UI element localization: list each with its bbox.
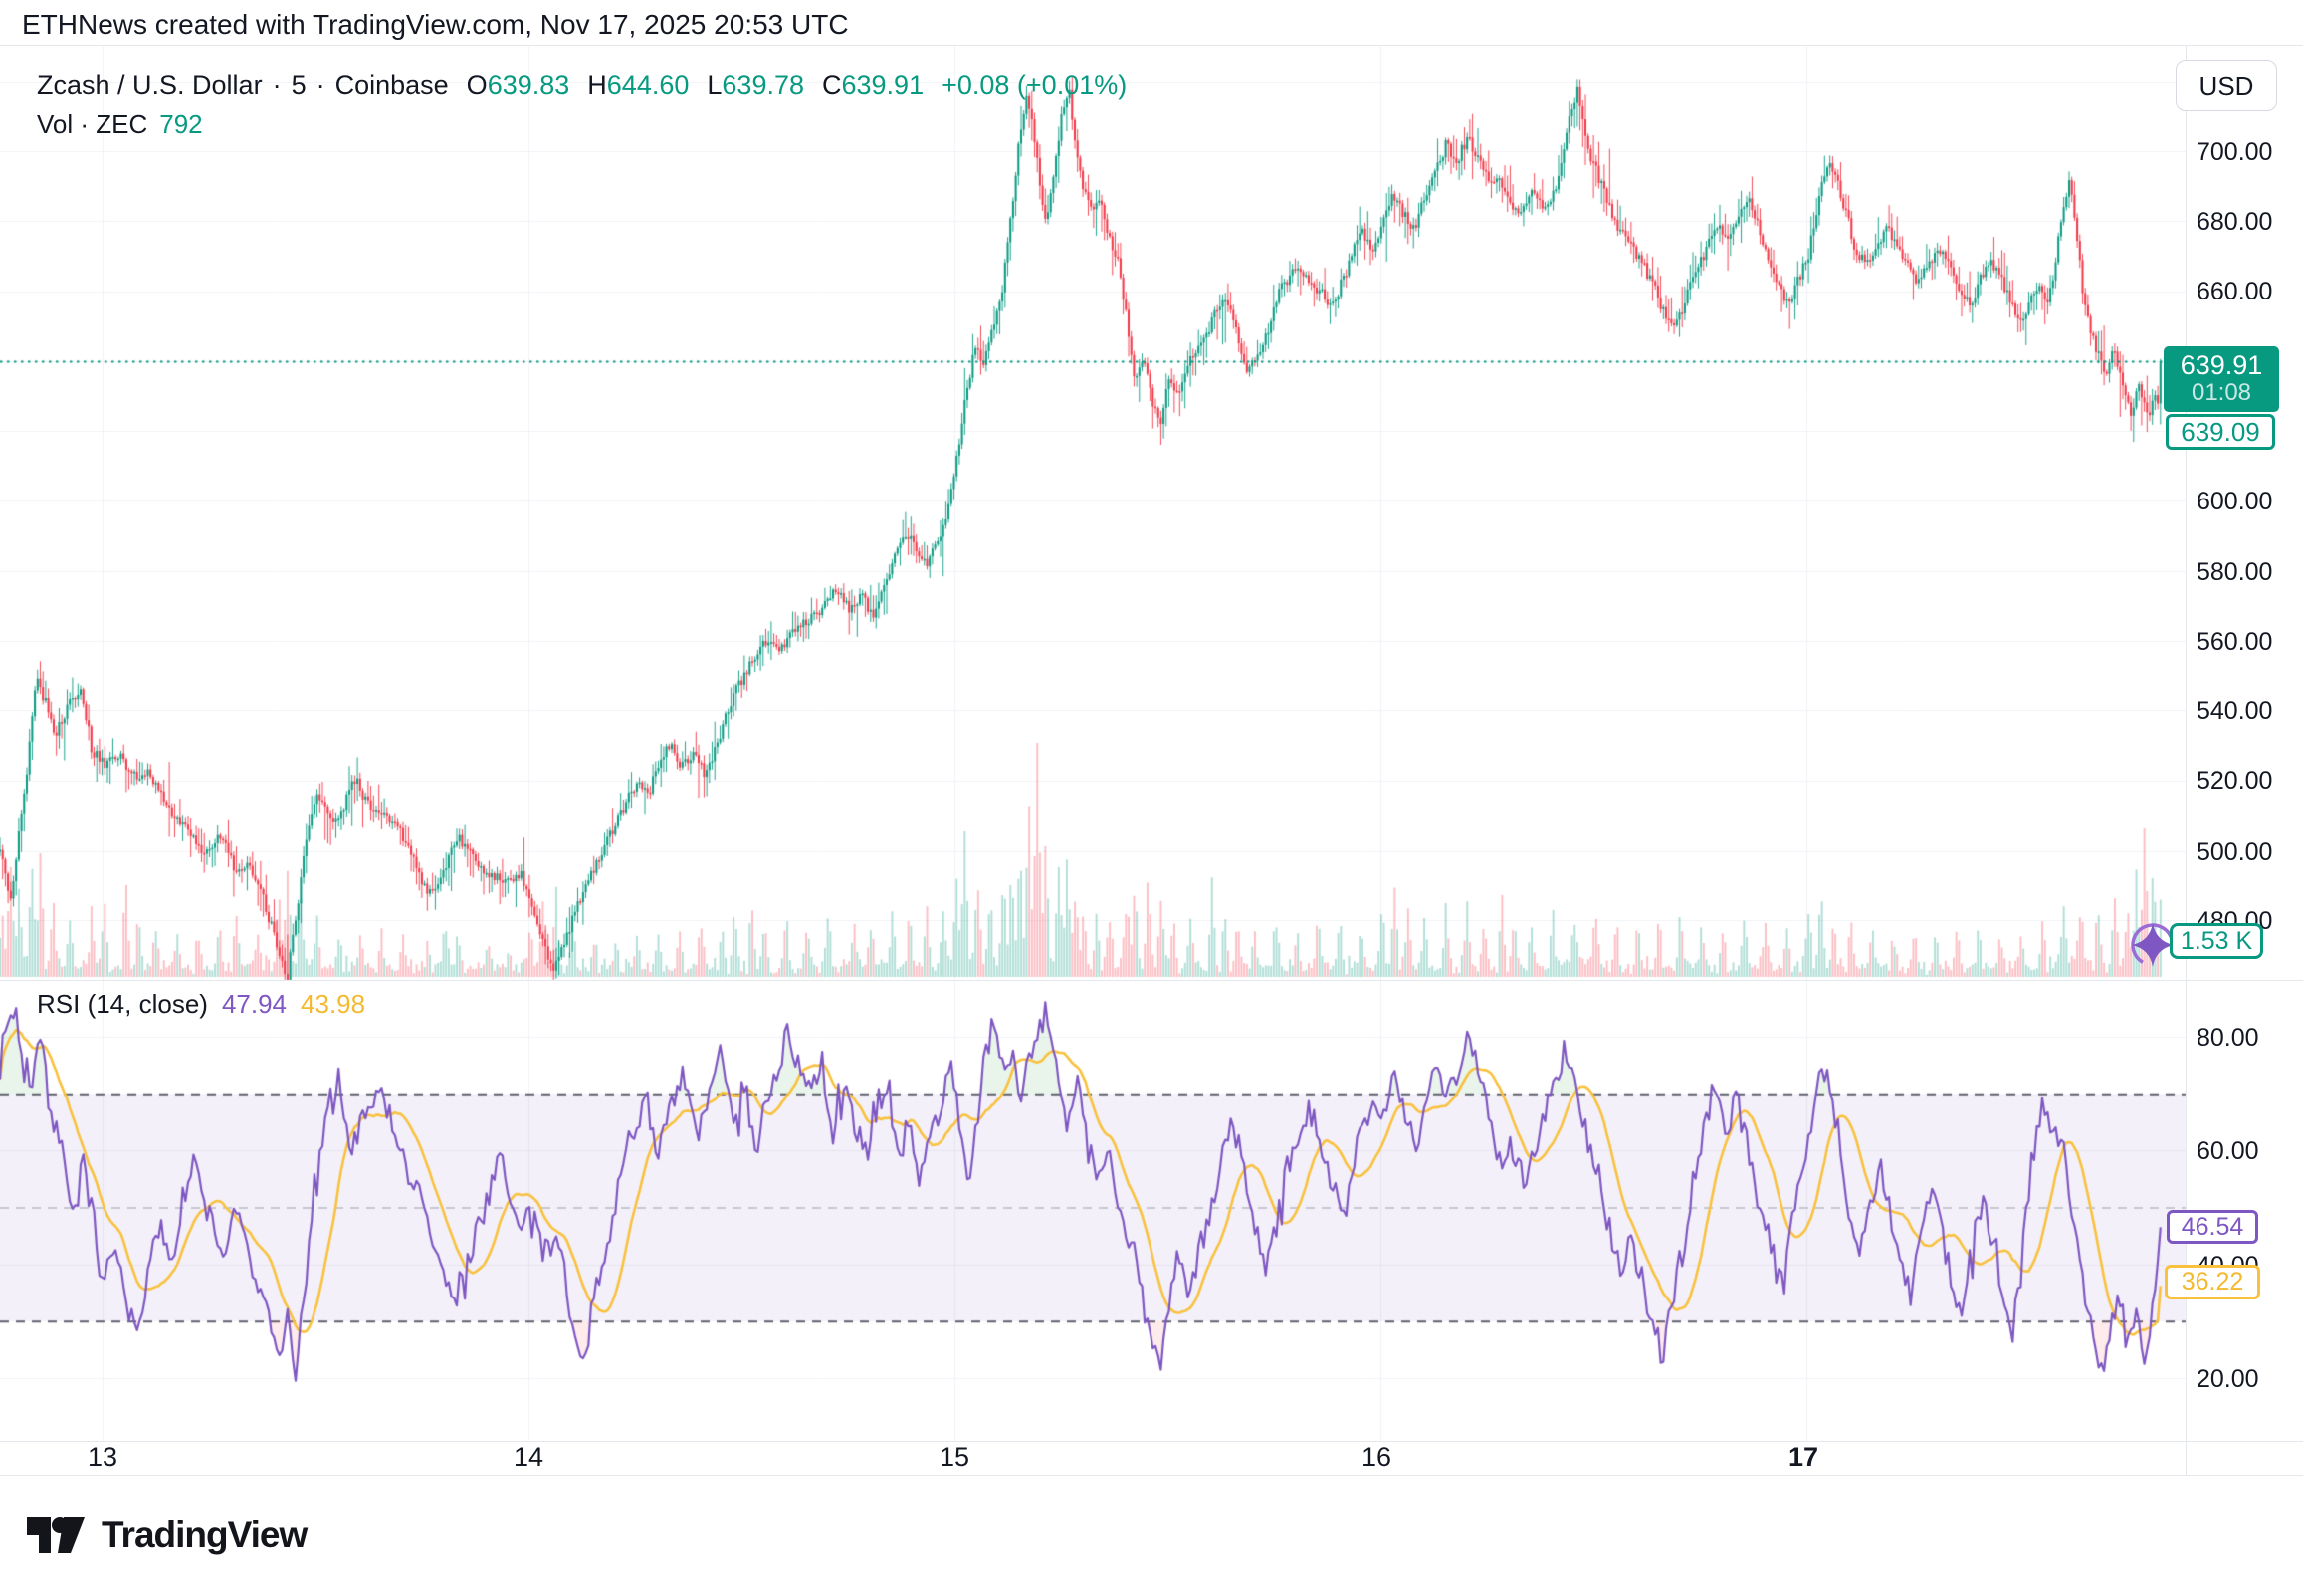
rsi-tick-80: 80.00 xyxy=(2197,1024,2300,1053)
chart-plot-area[interactable] xyxy=(0,0,2303,1596)
rsi-value-badge: 46.54 xyxy=(2167,1210,2258,1244)
price-change: +0.08 (+0.01%) xyxy=(942,70,1127,100)
rsi-legend[interactable]: RSI (14, close) 47.94 43.98 xyxy=(37,989,365,1020)
panel-divider-volume-rsi[interactable] xyxy=(0,980,2303,981)
page-title: ETHNews created with TradingView.com, No… xyxy=(22,9,849,41)
exchange-label[interactable]: Coinbase xyxy=(335,70,449,100)
price-tick-660: 660.00 xyxy=(2197,278,2300,306)
volume-value: 792 xyxy=(159,109,202,140)
ohlc-high: H644.60 xyxy=(587,70,689,100)
panel-divider-rsi-timeaxis xyxy=(0,1441,2303,1442)
rsi-tick-20: 20.00 xyxy=(2197,1365,2300,1394)
ohlc-low: L639.78 xyxy=(707,70,804,100)
legend-separator: · xyxy=(273,70,282,100)
currency-button[interactable]: USD xyxy=(2176,60,2277,111)
price-axis-divider xyxy=(2186,45,2187,1475)
ohlc-close: C639.91 xyxy=(822,70,924,100)
time-label-16[interactable]: 16 xyxy=(1361,1442,1391,1473)
tradingview-branding[interactable]: TradingView xyxy=(26,1514,307,1556)
price-tick-600: 600.00 xyxy=(2197,488,2300,516)
price-tick-700: 700.00 xyxy=(2197,138,2300,167)
rsi-value: 47.94 xyxy=(222,989,287,1020)
price-tick-540: 540.00 xyxy=(2197,698,2300,726)
legend-separator2: · xyxy=(316,70,325,100)
price-tick-680: 680.00 xyxy=(2197,208,2300,237)
header-divider xyxy=(0,45,2303,46)
symbol-name[interactable]: Zcash / U.S. Dollar xyxy=(37,70,263,100)
volume-label: Vol · ZEC xyxy=(37,109,147,140)
time-label-13[interactable]: 13 xyxy=(88,1442,117,1473)
last-price-badge: 639.91 01:08 xyxy=(2164,346,2279,412)
secondary-price-badge: 639.09 xyxy=(2166,414,2275,450)
rsi-ma-value-badge: 36.22 xyxy=(2165,1265,2260,1299)
bar-countdown: 01:08 xyxy=(2164,380,2279,407)
interval-label[interactable]: 5 xyxy=(292,70,307,100)
price-tick-500: 500.00 xyxy=(2197,838,2300,867)
last-price-value: 639.91 xyxy=(2164,350,2279,380)
tradingview-logo-icon xyxy=(26,1516,86,1554)
volume-legend[interactable]: Vol · ZEC 792 xyxy=(37,109,203,140)
time-label-14[interactable]: 14 xyxy=(514,1442,543,1473)
tradingview-chart-page: ETHNews created with TradingView.com, No… xyxy=(0,0,2303,1596)
symbol-legend[interactable]: Zcash / U.S. Dollar · 5 · Coinbase O639.… xyxy=(37,70,1127,100)
rsi-tick-60: 60.00 xyxy=(2197,1137,2300,1166)
rsi-ma-value: 43.98 xyxy=(301,989,365,1020)
ohlc-open: O639.83 xyxy=(467,70,570,100)
frame-bottom-line xyxy=(0,1475,2303,1476)
brand-name: TradingView xyxy=(102,1514,307,1556)
price-tick-560: 560.00 xyxy=(2197,628,2300,657)
rsi-title: RSI (14, close) xyxy=(37,989,208,1020)
price-tick-580: 580.00 xyxy=(2197,558,2300,587)
price-tick-520: 520.00 xyxy=(2197,767,2300,796)
time-label-17[interactable]: 17 xyxy=(1788,1442,1818,1473)
time-label-15[interactable]: 15 xyxy=(940,1442,969,1473)
volume-badge: 1.53 K xyxy=(2170,923,2263,959)
